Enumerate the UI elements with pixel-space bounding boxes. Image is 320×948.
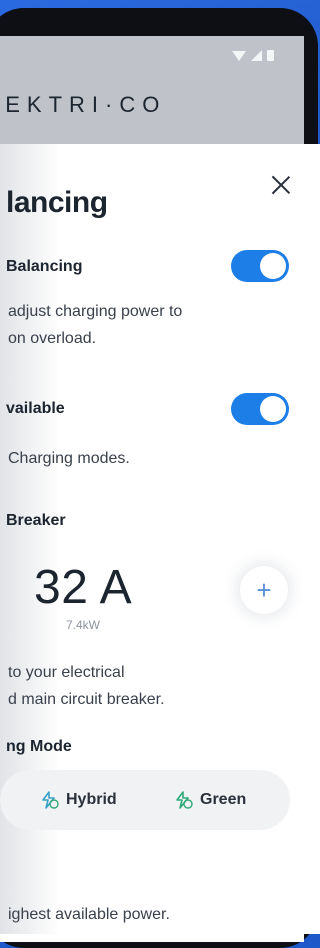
breaker-power: 7.4kW (66, 618, 101, 632)
battery-icon (267, 50, 274, 61)
toggle-knob (260, 253, 286, 279)
available-desc: Charging modes. (8, 450, 130, 467)
load-balancing-desc-1: adjust charging power to (8, 303, 183, 320)
breaker-desc-1: to your electrical (8, 664, 125, 681)
hybrid-icon (38, 789, 60, 811)
mode-hybrid[interactable]: Hybrid (38, 770, 117, 830)
wifi-icon (232, 50, 246, 61)
brand-logo: LEKTRI·CO (0, 92, 167, 117)
modal-title: lancing (6, 186, 108, 219)
mode-green[interactable]: Green (172, 770, 246, 830)
status-bar: LEKTRI·CO (0, 36, 304, 152)
status-icons (232, 50, 274, 61)
signal-icon (251, 50, 262, 61)
breaker-label: Breaker (6, 512, 66, 529)
load-balancing-desc-2: on overload. (8, 330, 97, 347)
available-label: vailable (6, 400, 65, 417)
breaker-desc-2: d main circuit breaker. (8, 691, 165, 708)
charging-mode-label: ng Mode (6, 738, 72, 755)
available-toggle[interactable] (231, 393, 289, 425)
load-balancing-toggle[interactable] (231, 250, 289, 282)
green-icon (172, 789, 194, 811)
load-balancing-label: Balancing (6, 258, 83, 275)
breaker-value: 32 A (34, 561, 133, 614)
mode-green-label: Green (200, 791, 247, 808)
increase-button[interactable]: + (240, 566, 288, 614)
charging-mode-desc: ighest available power. (8, 906, 170, 923)
mode-hybrid-label: Hybrid (66, 791, 117, 808)
toggle-knob (260, 396, 286, 422)
close-icon[interactable] (270, 174, 292, 196)
